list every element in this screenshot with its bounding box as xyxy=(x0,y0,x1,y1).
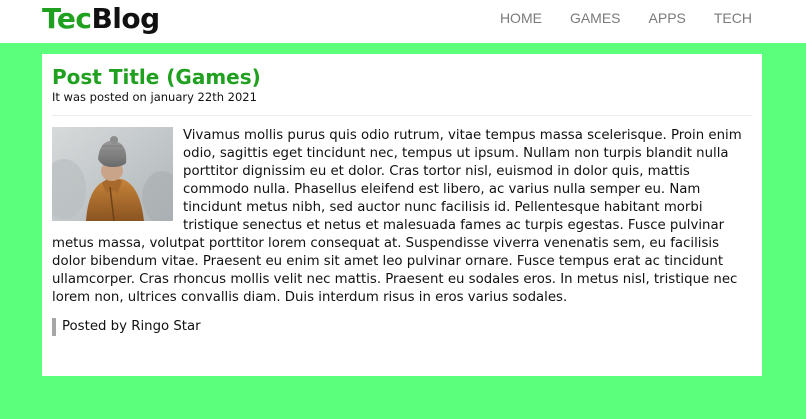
post-body: Vivamus mollis purus quis odio rutrum, v… xyxy=(52,127,752,307)
post-author: Posted by Ringo Star xyxy=(52,318,752,336)
site-logo[interactable]: TecBlog xyxy=(42,1,160,37)
nav-item-games[interactable]: GAMES xyxy=(570,10,621,26)
post-divider xyxy=(52,115,752,116)
post-image xyxy=(52,127,173,221)
logo-part-blog: Blog xyxy=(91,2,160,35)
main-nav: HOME GAMES APPS TECH xyxy=(500,10,752,26)
post-card: Post Title (Games) It was posted on janu… xyxy=(42,54,762,376)
nav-item-home[interactable]: HOME xyxy=(500,10,542,26)
logo-part-tec: Tec xyxy=(42,2,92,35)
site-header: TecBlog HOME GAMES APPS TECH xyxy=(0,0,806,43)
person-in-hat-photo-icon xyxy=(52,127,173,221)
post-title[interactable]: Post Title (Games) xyxy=(52,65,752,89)
post-date: It was posted on january 22th 2021 xyxy=(52,90,257,104)
nav-item-apps[interactable]: APPS xyxy=(649,10,686,26)
nav-item-tech[interactable]: TECH xyxy=(714,10,752,26)
